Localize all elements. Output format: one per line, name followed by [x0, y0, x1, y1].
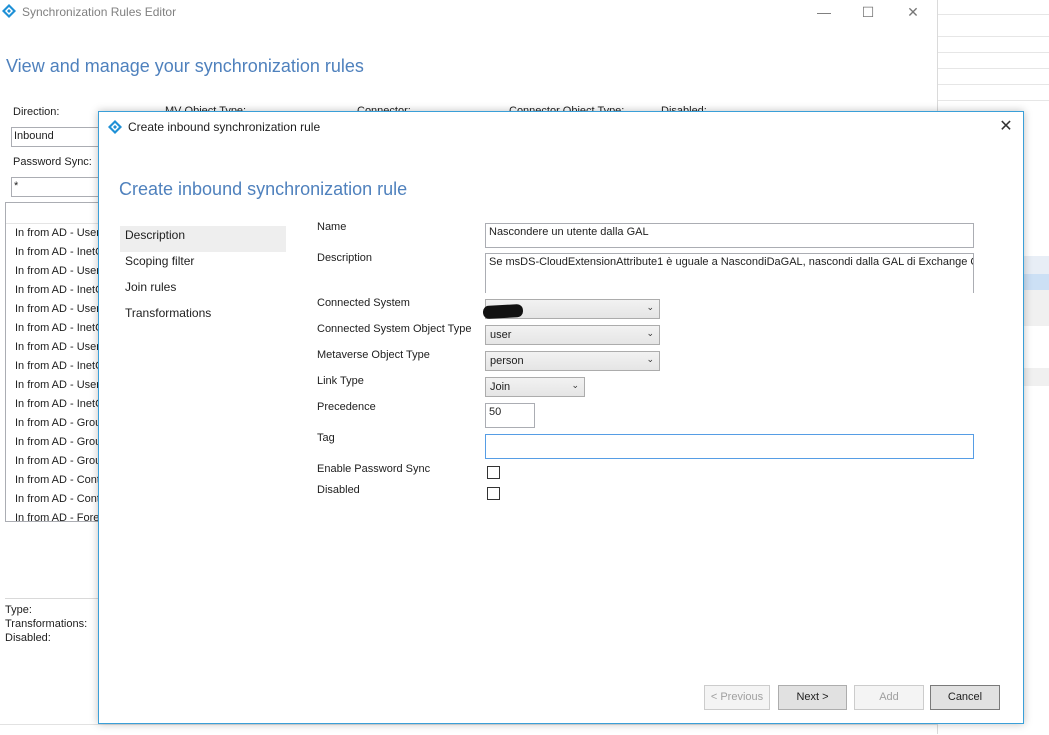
- redaction-mark: [482, 303, 524, 320]
- description-field[interactable]: Se msDS-CloudExtensionAttribute1 è ugual…: [485, 253, 974, 293]
- rule-list-item[interactable]: In from AD - InetO: [6, 281, 99, 300]
- enable-password-sync-label: Enable Password Sync: [317, 463, 431, 475]
- rule-details: Type: Transformations: Disabled:: [5, 603, 87, 645]
- grid-row-selected: [1022, 274, 1049, 290]
- nav-description[interactable]: Description: [120, 226, 286, 252]
- nav-transformations[interactable]: Transformations: [120, 304, 286, 330]
- maximize-icon[interactable]: ☐: [853, 2, 883, 22]
- cs-object-type-select[interactable]: user ⌄: [485, 325, 660, 345]
- cancel-button[interactable]: Cancel: [930, 685, 1000, 710]
- password-sync-label: Password Sync:: [13, 156, 92, 168]
- rule-list-item[interactable]: In from AD - User: [6, 262, 99, 281]
- bottom-strip: [0, 724, 937, 735]
- name-label: Name: [317, 221, 347, 233]
- tag-label: Tag: [317, 432, 335, 444]
- cs-object-type-label: Connected System Object Type: [317, 323, 472, 335]
- rules-editor-title: Synchronization Rules Editor: [22, 5, 177, 19]
- precedence-field[interactable]: 50: [485, 403, 535, 428]
- description-label: Description: [317, 252, 373, 264]
- page-title: View and manage your synchronization rul…: [6, 56, 364, 76]
- rule-list-item[interactable]: In from AD - User: [6, 224, 99, 243]
- details-divider: [5, 598, 98, 599]
- rule-list-item[interactable]: In from AD - User: [6, 376, 99, 395]
- close-icon[interactable]: ✕: [898, 2, 928, 22]
- disabled-checkbox[interactable]: [487, 487, 500, 500]
- direction-select[interactable]: Inbound: [11, 127, 99, 147]
- sync-app-icon: [2, 4, 16, 18]
- sync-app-icon: [108, 120, 122, 134]
- connected-system-label: Connected System: [317, 297, 410, 309]
- chevron-down-icon: ⌄: [646, 354, 654, 364]
- precedence-label: Precedence: [317, 401, 376, 413]
- cs-object-type-value: user: [490, 329, 512, 341]
- grid-row: [1022, 290, 1049, 326]
- link-type-select[interactable]: Join ⌄: [485, 377, 585, 397]
- tag-field[interactable]: [485, 434, 974, 459]
- grid-line: [938, 100, 1049, 101]
- chevron-down-icon: ⌄: [571, 380, 579, 390]
- chevron-down-icon: ⌄: [646, 302, 654, 312]
- rule-list-item[interactable]: In from AD - InetO: [6, 395, 99, 414]
- next-button[interactable]: Next >: [778, 685, 847, 710]
- disabled-label: Disabled: [317, 484, 360, 496]
- dialog-heading: Create inbound synchronization rule: [119, 179, 408, 199]
- rule-list-item[interactable]: In from AD - InetO: [6, 319, 99, 338]
- previous-button[interactable]: < Previous: [704, 685, 770, 710]
- grid-line: [938, 36, 1049, 37]
- rule-list-item[interactable]: In from AD - Grou: [6, 452, 99, 471]
- enable-password-sync-checkbox[interactable]: [487, 466, 500, 479]
- mv-object-type-select[interactable]: person ⌄: [485, 351, 660, 371]
- rule-list-item[interactable]: In from AD - Grou: [6, 433, 99, 452]
- nav-join-rules[interactable]: Join rules: [120, 278, 286, 304]
- dialog-close-icon[interactable]: ✕: [995, 116, 1017, 138]
- name-field[interactable]: Nascondere un utente dalla GAL: [485, 223, 974, 248]
- details-disabled-label: Disabled:: [5, 632, 51, 644]
- rule-list-item[interactable]: In from AD - InetO: [6, 357, 99, 376]
- grid-line: [938, 14, 1049, 15]
- rule-list-item[interactable]: In from AD - Cont: [6, 490, 99, 509]
- minimize-icon[interactable]: —: [809, 2, 839, 22]
- add-button[interactable]: Add: [854, 685, 924, 710]
- rule-list-item[interactable]: In from AD - Grou: [6, 414, 99, 433]
- rule-list-item[interactable]: In from AD - User: [6, 338, 99, 357]
- chevron-down-icon: ⌄: [646, 328, 654, 338]
- password-sync-select[interactable]: *: [11, 177, 99, 197]
- rule-list-item[interactable]: In from AD - InetO: [6, 243, 99, 262]
- rule-list-item[interactable]: In from AD - Forei: [6, 509, 99, 521]
- grid-line: [938, 52, 1049, 53]
- rules-list-header: [6, 203, 99, 224]
- dialog-title: Create inbound synchronization rule: [128, 120, 321, 134]
- grid-line: [938, 68, 1049, 69]
- link-type-label: Link Type: [317, 375, 364, 387]
- rule-list-item[interactable]: In from AD - Cont: [6, 471, 99, 490]
- nav-scoping-filter[interactable]: Scoping filter: [120, 252, 286, 278]
- details-transformations-label: Transformations:: [5, 618, 88, 630]
- grid-row: [1022, 256, 1049, 274]
- direction-label: Direction:: [13, 106, 60, 118]
- details-type-label: Type:: [5, 604, 32, 616]
- mv-object-type-label: Metaverse Object Type: [317, 349, 430, 361]
- grid-row: [1022, 368, 1049, 386]
- rules-list[interactable]: In from AD - User In from AD - InetO In fr…: [5, 202, 99, 522]
- rule-list-item[interactable]: In from AD - User: [6, 300, 99, 319]
- wizard-nav: Description Scoping filter Join rules Tr…: [120, 226, 286, 330]
- rules-editor-titlebar: Synchronization Rules Editor — ☐ ✕: [0, 0, 937, 26]
- create-inbound-rule-dialog: Create inbound synchronization rule ✕ Cr…: [98, 111, 1024, 724]
- link-type-value: Join: [490, 381, 511, 393]
- mv-object-type-value: person: [490, 355, 524, 367]
- grid-line: [938, 84, 1049, 85]
